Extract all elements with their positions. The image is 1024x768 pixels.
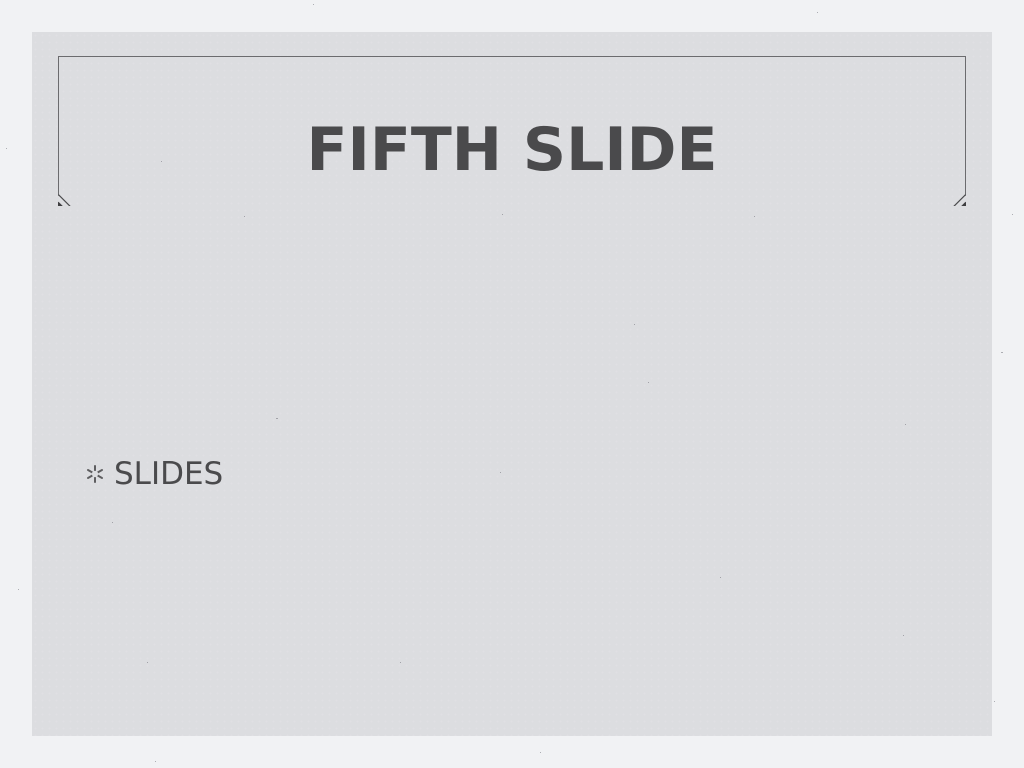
frame-diamond-right-icon bbox=[953, 193, 966, 206]
slide: FIFTH SLIDE SLIDES bbox=[32, 32, 992, 736]
slide-title: FIFTH SLIDE bbox=[306, 115, 718, 185]
asterisk-bullet-icon bbox=[87, 465, 103, 483]
page: { "slide": { "title": "FIFTH SLIDE", "bu… bbox=[0, 0, 1024, 768]
bullet-item: SLIDES bbox=[84, 454, 223, 494]
bullet-text: SLIDES bbox=[114, 456, 224, 492]
frame-diamond-left-icon bbox=[58, 193, 71, 206]
bullet-list: SLIDES bbox=[84, 454, 223, 494]
